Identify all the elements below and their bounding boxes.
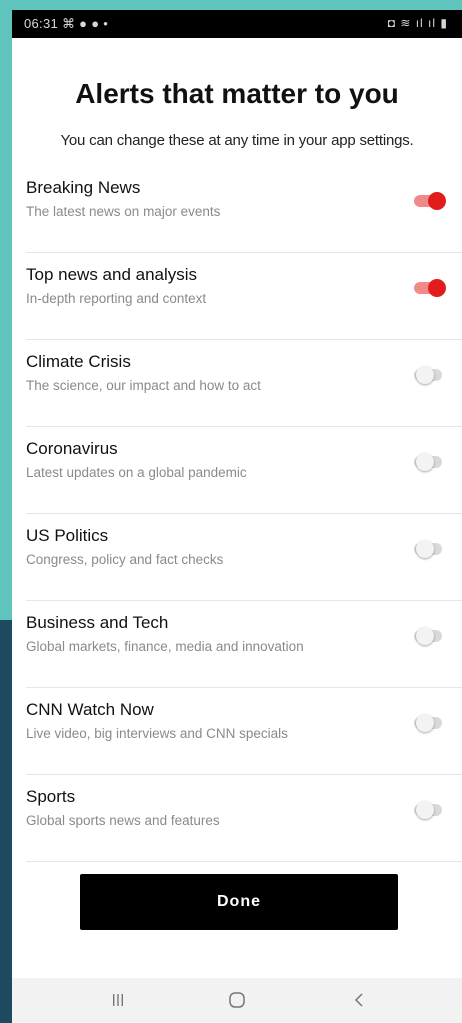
alert-description: Congress, policy and fact checks	[26, 552, 224, 567]
alert-toggle[interactable]	[412, 277, 448, 299]
done-button[interactable]: Done	[80, 874, 398, 930]
alert-title: CNN Watch Now	[26, 700, 154, 719]
toggle-knob	[416, 540, 434, 558]
alert-description: In-depth reporting and context	[26, 291, 207, 306]
alert-description: Global markets, finance, media and innov…	[26, 639, 304, 654]
alert-toggle[interactable]	[412, 799, 448, 821]
alert-title: Climate Crisis	[26, 352, 131, 371]
alert-row[interactable]: Breaking News The latest news on major ev…	[26, 166, 462, 253]
status-bar: 06:31 ⌘ ● ● • ◘ ≋ ıl ıl ▮	[12, 10, 462, 38]
toggle-knob	[416, 366, 434, 384]
notification-icons: ⌘ ● ● •	[61, 16, 109, 31]
system-icons: ◘ ≋ ıl ıl ▮	[387, 16, 448, 30]
recent-apps-icon[interactable]	[98, 987, 138, 1013]
alert-description: The latest news on major events	[26, 204, 221, 219]
alert-toggle[interactable]	[412, 451, 448, 473]
alert-title: Top news and analysis	[26, 265, 198, 284]
alert-title: Breaking News	[26, 178, 141, 197]
alert-row[interactable]: Sports Global sports news and features	[26, 775, 462, 862]
toggle-knob	[416, 627, 434, 645]
toggle-knob	[416, 714, 434, 732]
toggle-knob	[428, 279, 446, 297]
clock: 06:31	[24, 16, 59, 31]
toggle-knob	[416, 801, 434, 819]
alert-row[interactable]: CNN Watch Now Live video, big interviews …	[26, 688, 462, 775]
toggle-knob	[416, 453, 434, 471]
alert-toggle[interactable]	[412, 538, 448, 560]
alert-toggle[interactable]	[412, 625, 448, 647]
status-time: 06:31 ⌘ ● ● •	[24, 16, 108, 32]
alert-toggle[interactable]	[412, 712, 448, 734]
alert-title: Coronavirus	[26, 439, 118, 458]
home-icon[interactable]	[217, 987, 257, 1013]
alerts-sheet: Alerts that matter to you You can change…	[12, 38, 462, 978]
alert-description: Live video, big interviews and CNN speci…	[26, 726, 288, 741]
back-icon[interactable]	[339, 987, 379, 1013]
alert-toggle[interactable]	[412, 190, 448, 212]
alert-description: Global sports news and features	[26, 813, 220, 828]
page-subtitle: You can change these at any time in your…	[60, 132, 414, 149]
alerts-list: Breaking News The latest news on major ev…	[12, 166, 462, 862]
alert-title: US Politics	[26, 526, 109, 545]
alert-title: Sports	[26, 787, 76, 806]
alert-row[interactable]: Climate Crisis The science, our impact an…	[26, 340, 462, 427]
alert-row[interactable]: US Politics Congress, policy and fact che…	[26, 514, 462, 601]
alert-description: Latest updates on a global pandemic	[26, 465, 247, 480]
system-nav-bar	[12, 978, 462, 1023]
alert-toggle[interactable]	[412, 364, 448, 386]
page-title: Alerts that matter to you	[75, 78, 399, 109]
alert-description: The science, our impact and how to act	[26, 378, 261, 393]
alert-row[interactable]: Coronavirus Latest updates on a global pa…	[26, 427, 462, 514]
alert-row[interactable]: Business and Tech Global markets, finance…	[26, 601, 462, 688]
toggle-knob	[428, 192, 446, 210]
alert-title: Business and Tech	[26, 613, 169, 632]
alert-row[interactable]: Top news and analysis In-depth reporting …	[26, 253, 462, 340]
